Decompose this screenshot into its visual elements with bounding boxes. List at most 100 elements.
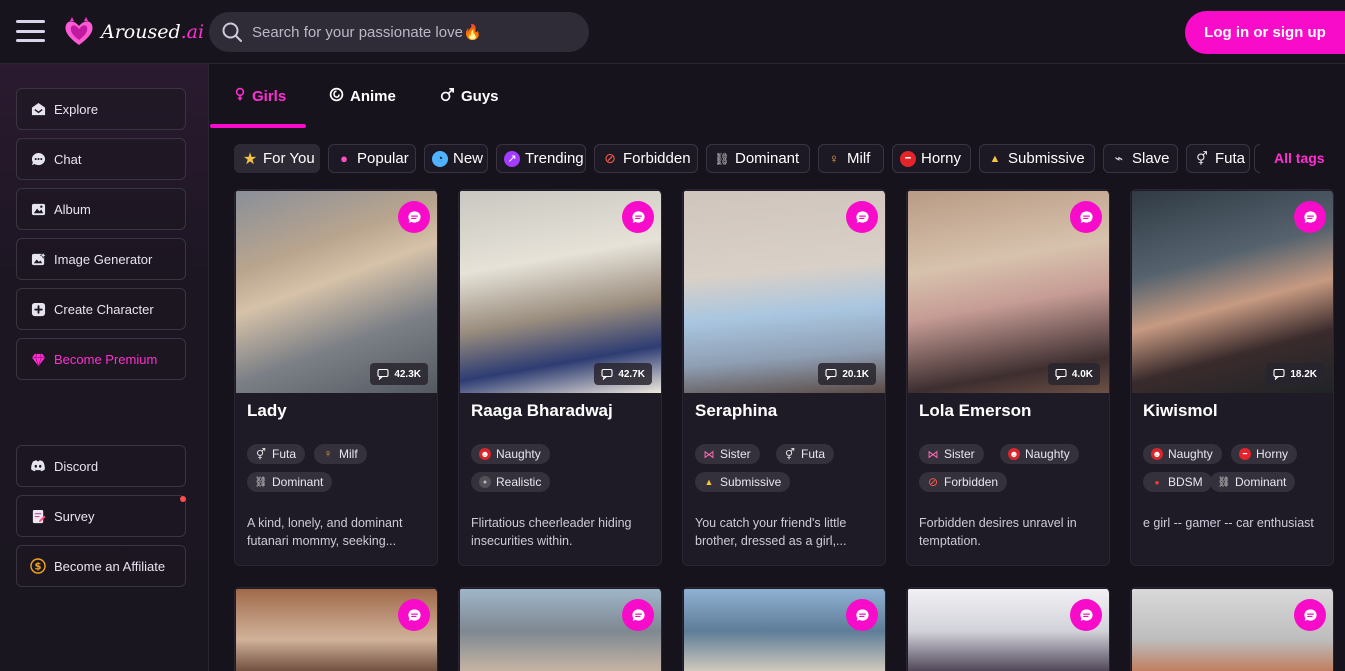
chat-bubble-icon[interactable] bbox=[622, 599, 654, 631]
tag-chip: ⋈ Sister bbox=[919, 444, 984, 464]
character-name: Kiwismol bbox=[1143, 401, 1218, 420]
kneel-icon: ▲ bbox=[704, 477, 714, 487]
sidebar-item-chat[interactable]: Chat bbox=[16, 138, 186, 180]
female-icon bbox=[234, 87, 246, 106]
sidebar-item-become-an-affiliate[interactable]: $ Become an Affiliate bbox=[16, 545, 186, 587]
sidebar-item-survey[interactable]: Survey bbox=[16, 495, 186, 537]
plus-icon bbox=[30, 301, 46, 317]
logo-heart-icon bbox=[65, 17, 93, 45]
sidebar-item-discord[interactable]: Discord bbox=[16, 445, 186, 487]
tags-scroll-edge bbox=[1254, 144, 1260, 173]
woman-icon: ♀ bbox=[829, 151, 839, 166]
login-signup-button[interactable]: Log in or sign up bbox=[1185, 11, 1345, 54]
futa-icon: ⚥ bbox=[256, 448, 266, 461]
search-input[interactable] bbox=[252, 23, 572, 41]
character-image[interactable]: 42.3K bbox=[236, 191, 437, 393]
chat-bubble-icon[interactable] bbox=[846, 599, 878, 631]
tag-horny[interactable]: ━ Horny bbox=[892, 144, 971, 173]
chat-bubble-icon[interactable] bbox=[398, 201, 430, 233]
tab-girls[interactable]: Girls bbox=[234, 78, 286, 114]
character-image[interactable]: 20.1K bbox=[684, 191, 885, 393]
devil-icon: ☻ bbox=[1151, 448, 1163, 460]
tag-filter-bar: ★ For You ● Popular ◔ New ↗ Trending ⊘ Forbidden ⛓… bbox=[234, 144, 1254, 173]
survey-icon bbox=[30, 508, 46, 524]
tab-label: Anime bbox=[350, 87, 396, 105]
character-image[interactable] bbox=[460, 589, 661, 671]
tag-new[interactable]: ◔ New bbox=[424, 144, 488, 173]
tag-submissive[interactable]: ▲ Submissive bbox=[979, 144, 1095, 173]
character-card[interactable]: 18.2K Kiwismol ☻ Naughty ━ Horny ● BDSM ⛓ Domina… bbox=[1130, 189, 1334, 566]
character-card[interactable]: 4.0K Lola Emerson ⋈ Sister ☻ Naughty ⊘ Forbidd… bbox=[906, 189, 1110, 566]
tag-dominant[interactable]: ⛓ Dominant bbox=[706, 144, 810, 173]
search-bar[interactable] bbox=[209, 12, 589, 52]
trend-icon: ↗ bbox=[504, 150, 520, 167]
tag-chip: ● Realistic bbox=[471, 472, 551, 492]
chat-bubble-icon[interactable] bbox=[1294, 201, 1326, 233]
tag-chip: ⛓ Dominant bbox=[247, 472, 333, 492]
tag-chip: ━ Horny bbox=[1231, 444, 1298, 464]
chat-bubble-icon[interactable] bbox=[622, 201, 654, 233]
star-icon: ★ bbox=[242, 150, 258, 168]
tag-label: Slave bbox=[1132, 150, 1170, 167]
tag-futa[interactable]: ⚥ Futa bbox=[1186, 144, 1250, 173]
all-tags-link[interactable]: All tags bbox=[1274, 150, 1325, 166]
view-count: 18.2K bbox=[1266, 363, 1324, 385]
tag-label: For You bbox=[263, 150, 315, 167]
sidebar-item-create-character[interactable]: Create Character bbox=[16, 288, 186, 330]
tag-slave[interactable]: ⌁ Slave bbox=[1103, 144, 1178, 173]
character-image[interactable]: 18.2K bbox=[1132, 191, 1333, 393]
sidebar-item-become-premium[interactable]: Become Premium bbox=[16, 338, 186, 380]
devil-icon: ☻ bbox=[479, 448, 491, 460]
character-card[interactable] bbox=[682, 587, 886, 671]
tab-guys[interactable]: Guys bbox=[440, 78, 499, 114]
logo[interactable]: Aroused.ai bbox=[62, 15, 204, 49]
chat-bubble-icon[interactable] bbox=[1294, 599, 1326, 631]
character-card[interactable]: 42.3K Lady ⚥ Futa ♀ Milf ⛓ Dominant A kind, lon… bbox=[234, 189, 438, 566]
chat-bubble-icon[interactable] bbox=[846, 201, 878, 233]
tag-label: Milf bbox=[847, 150, 871, 167]
tag-popular[interactable]: ● Popular bbox=[328, 144, 416, 173]
tag-trending[interactable]: ↗ Trending bbox=[496, 144, 586, 173]
character-name: Lola Emerson bbox=[919, 401, 1032, 420]
character-name: Raaga Bharadwaj bbox=[471, 401, 613, 420]
character-card[interactable]: 20.1K Seraphina ⋈ Sister ⚥ Futa ▲ Submissive Yo… bbox=[682, 189, 886, 566]
male-icon bbox=[440, 87, 455, 106]
sidebar-item-explore[interactable]: Explore bbox=[16, 88, 186, 130]
tag-milf[interactable]: ♀ Milf bbox=[818, 144, 884, 173]
character-card[interactable] bbox=[906, 587, 1110, 671]
character-image[interactable] bbox=[1132, 589, 1333, 671]
no-entry-icon: ⊘ bbox=[604, 150, 616, 166]
character-name: Seraphina bbox=[695, 401, 778, 420]
chat-bubble-icon[interactable] bbox=[398, 599, 430, 631]
tag-chip: ⊘ Forbidden bbox=[919, 472, 1008, 492]
character-image[interactable] bbox=[236, 589, 437, 671]
character-card[interactable] bbox=[458, 587, 662, 671]
tag-for-you[interactable]: ★ For You bbox=[234, 144, 320, 173]
chat-count-icon bbox=[377, 368, 389, 380]
tag-forbidden[interactable]: ⊘ Forbidden bbox=[594, 144, 698, 173]
sidebar-item-image-generator[interactable]: Image Generator bbox=[16, 238, 186, 280]
menu-icon[interactable] bbox=[16, 20, 45, 42]
character-name: Lady bbox=[247, 401, 287, 420]
tab-anime[interactable]: Anime bbox=[329, 78, 396, 114]
character-image[interactable]: 4.0K bbox=[908, 191, 1109, 393]
chat-bubble-icon[interactable] bbox=[1070, 201, 1102, 233]
sidebar-item-label: Create Character bbox=[54, 301, 154, 317]
sidebar-item-label: Discord bbox=[54, 458, 99, 474]
character-description: Flirtatious cheerleader hiding insecurit… bbox=[471, 516, 632, 548]
bow-icon: ⋈ bbox=[927, 448, 939, 461]
tag-label: Submissive bbox=[1008, 150, 1085, 167]
character-card[interactable] bbox=[234, 587, 438, 671]
survey-notification-dot bbox=[180, 496, 186, 502]
character-image[interactable]: 42.7K bbox=[460, 191, 661, 393]
character-image[interactable] bbox=[908, 589, 1109, 671]
sidebar-item-album[interactable]: Album bbox=[16, 188, 186, 230]
character-image[interactable] bbox=[684, 589, 885, 671]
tag-chip: ☻ Naughty bbox=[471, 444, 550, 464]
svg-text:$: $ bbox=[35, 562, 42, 573]
character-card[interactable]: 42.7K Raaga Bharadwaj ☻ Naughty ● Realistic F… bbox=[458, 189, 662, 566]
character-card[interactable] bbox=[1130, 587, 1334, 671]
lips-icon: ━ bbox=[1239, 448, 1251, 460]
chat-bubble-icon[interactable] bbox=[1070, 599, 1102, 631]
tag-label: Dominant bbox=[735, 150, 800, 167]
